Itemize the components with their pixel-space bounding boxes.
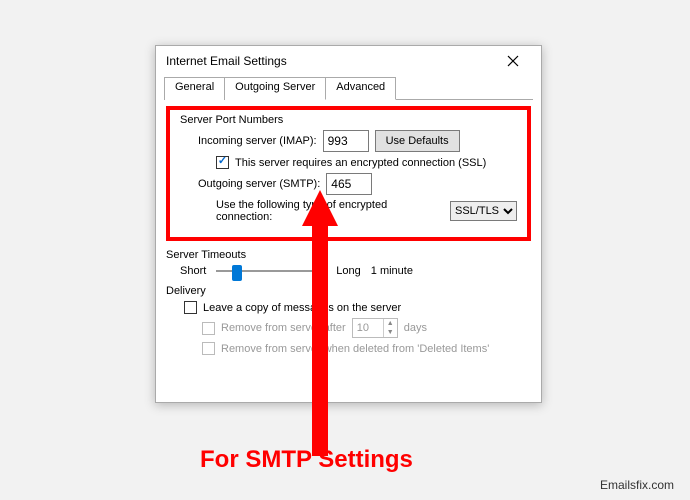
- incoming-port-input[interactable]: [323, 130, 369, 152]
- remove-after-label: Remove from server after: [221, 322, 346, 334]
- spinner-arrows-icon: ▲▼: [383, 319, 397, 337]
- delivery-legend: Delivery: [166, 285, 531, 297]
- server-timeouts-legend: Server Timeouts: [166, 249, 531, 261]
- dialog-body: Server Port Numbers Incoming server (IMA…: [156, 100, 541, 402]
- server-ports-legend: Server Port Numbers: [180, 114, 517, 126]
- timeout-slider[interactable]: [216, 263, 326, 279]
- use-defaults-button[interactable]: Use Defaults: [375, 130, 460, 152]
- tab-strip: General Outgoing Server Advanced: [164, 76, 533, 100]
- leave-copy-label: Leave a copy of messages on the server: [203, 302, 401, 314]
- outgoing-port-input[interactable]: [326, 173, 372, 195]
- watermark: Emailsfix.com: [600, 478, 674, 492]
- server-port-numbers-group: Server Port Numbers Incoming server (IMA…: [166, 106, 531, 241]
- encryption-type-label: Use the following type of encrypted conn…: [216, 199, 444, 223]
- tab-outgoing-server[interactable]: Outgoing Server: [224, 77, 326, 100]
- dialog-title: Internet Email Settings: [166, 54, 493, 68]
- timeout-value: 1 minute: [371, 265, 413, 277]
- incoming-server-label: Incoming server (IMAP):: [198, 135, 317, 147]
- settings-dialog: Internet Email Settings General Outgoing…: [155, 45, 542, 403]
- timeout-long-label: Long: [336, 265, 360, 277]
- remove-after-checkbox: [202, 322, 215, 335]
- tab-advanced[interactable]: Advanced: [325, 77, 396, 100]
- remove-after-days-spinner: 10 ▲▼: [352, 318, 398, 338]
- slider-thumb-icon: [232, 265, 242, 281]
- remove-when-deleted-checkbox: [202, 342, 215, 355]
- tab-general[interactable]: General: [164, 77, 225, 100]
- timeout-short-label: Short: [180, 265, 206, 277]
- days-label: days: [404, 322, 427, 334]
- close-button[interactable]: [493, 47, 533, 75]
- titlebar: Internet Email Settings: [156, 46, 541, 76]
- close-icon: [507, 55, 519, 67]
- ssl-checkbox[interactable]: [216, 156, 229, 169]
- outgoing-server-label: Outgoing server (SMTP):: [198, 178, 320, 190]
- ssl-checkbox-label: This server requires an encrypted connec…: [235, 157, 486, 169]
- annotation-caption: For SMTP Settings: [200, 446, 413, 474]
- encryption-type-select[interactable]: SSL/TLS: [450, 201, 517, 221]
- remove-when-deleted-label: Remove from server when deleted from 'De…: [221, 343, 489, 355]
- remove-after-days-value: 10: [353, 322, 383, 334]
- leave-copy-checkbox[interactable]: [184, 301, 197, 314]
